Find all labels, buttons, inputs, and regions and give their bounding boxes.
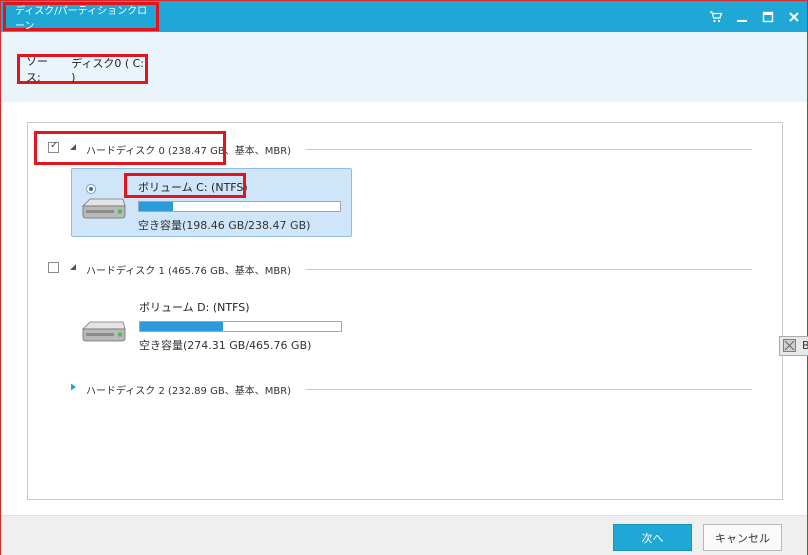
side-panel-button[interactable]: B <box>779 336 808 356</box>
close-box-icon <box>783 339 796 352</box>
maximize-icon[interactable] <box>761 10 775 24</box>
source-section: ソース: ディスク0 ( C: ) <box>1 32 807 102</box>
volume-d-title: ボリューム D: (NTFS) <box>139 301 250 314</box>
volume-c-usage-fill <box>139 202 173 211</box>
window-title: ディスク/パーティションクローン <box>15 5 148 32</box>
disk-1-label: ハードディスク 1 (465.76 GB、基本、MBR) <box>86 262 298 277</box>
next-button[interactable]: 次へ <box>613 524 692 551</box>
window-controls <box>709 1 801 32</box>
disk-row-2[interactable]: ハードディスク 2 (232.89 GB、基本、MBR) <box>28 379 782 399</box>
volume-c-highlight <box>124 173 246 198</box>
volume-d-usage-fill <box>140 322 223 331</box>
expand-triangle-icon[interactable] <box>68 382 78 392</box>
source-value: ディスク0 ( C: ) <box>71 56 145 84</box>
disk-row-1[interactable]: ハードディスク 1 (465.76 GB、基本、MBR) <box>28 259 782 279</box>
clone-window: ディスク/パーティションクローン ソース: ディスク0 ( C: ) ✓ ハード… <box>0 0 808 555</box>
close-icon[interactable] <box>787 10 801 24</box>
volume-d-usage-bar <box>139 321 342 332</box>
hard-drive-icon <box>82 198 126 219</box>
divider <box>306 389 752 390</box>
disk-2-label: ハードディスク 2 (232.89 GB、基本、MBR) <box>86 382 298 397</box>
volume-c-free-space: 空き容量(198.46 GB/238.47 GB) <box>138 219 311 232</box>
collapse-triangle-icon[interactable] <box>68 262 78 272</box>
minimize-icon[interactable] <box>735 10 749 24</box>
title-bar: ディスク/パーティションクローン <box>1 1 807 32</box>
cancel-button[interactable]: キャンセル <box>703 524 782 551</box>
disk-1-checkbox[interactable] <box>48 262 59 273</box>
disk-0-highlight <box>34 131 226 165</box>
divider <box>306 149 752 150</box>
volume-c-radio[interactable] <box>86 184 96 194</box>
side-panel-label: B <box>802 339 808 352</box>
volume-c-usage-bar <box>138 201 341 212</box>
divider <box>306 269 752 270</box>
source-label: ソース: <box>26 55 48 84</box>
title-highlight: ディスク/パーティションクローン <box>3 2 159 32</box>
cart-icon[interactable] <box>709 10 723 24</box>
volume-d-free-space: 空き容量(274.31 GB/465.76 GB) <box>139 339 312 352</box>
source-highlight: ソース: ディスク0 ( C: ) <box>17 54 148 84</box>
footer-bar: 次へ キャンセル <box>1 515 807 555</box>
hard-drive-icon <box>82 321 126 342</box>
